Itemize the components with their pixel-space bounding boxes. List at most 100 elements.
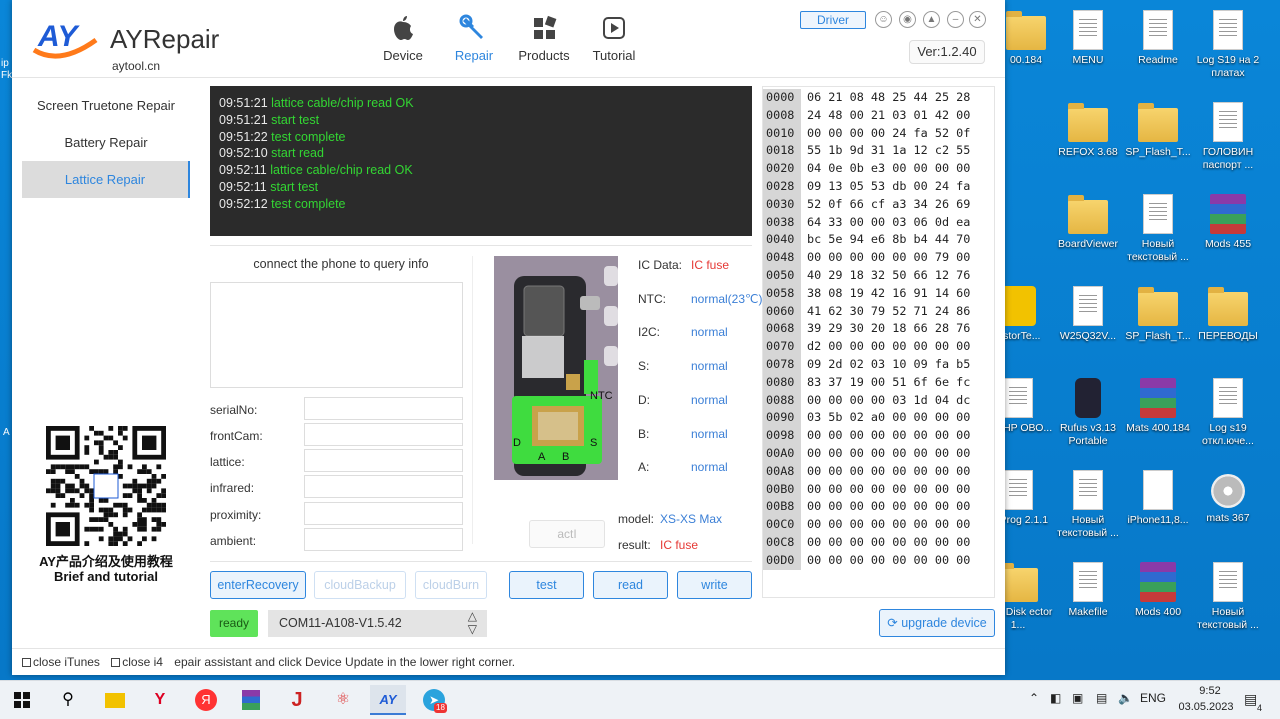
monitor-icon[interactable]: ▤ [1096, 691, 1107, 705]
clock-date[interactable]: 03.05.2023 [1174, 701, 1238, 713]
j-app-icon[interactable]: J [279, 685, 315, 715]
windows-start-icon[interactable] [4, 685, 40, 715]
desktop-icon[interactable]: Log S19 на 2 платах [1192, 10, 1264, 80]
desktop-icon[interactable]: Mods 400 [1122, 562, 1194, 619]
write-button[interactable]: write [677, 571, 752, 599]
skin-icon[interactable]: ▲ [923, 11, 940, 28]
ayrepair-taskbar-icon[interactable]: AY [370, 685, 406, 715]
desktop-icon[interactable]: Log s19 откл.юче... [1192, 378, 1264, 448]
log-line: 09:51:22 test complete [219, 129, 743, 146]
desktop-icon[interactable]: Новый текстовый ... [1192, 562, 1264, 632]
winrar-icon[interactable] [233, 685, 269, 715]
upgrade-device-button[interactable]: ⟳ upgrade device [879, 609, 995, 637]
ntc-label: NTC: [638, 292, 666, 306]
test-button[interactable]: test [509, 571, 584, 599]
desktop-icon[interactable]: Mats 400.184 [1122, 378, 1194, 435]
hex-bytes: 06 21 08 48 25 44 25 28 [807, 90, 971, 104]
desktop-icon[interactable]: SP_Flash_T... [1122, 102, 1194, 159]
app-icon [1000, 286, 1036, 326]
network-icon[interactable]: ▣ [1072, 691, 1083, 705]
ambient-field[interactable] [304, 528, 463, 551]
infrared-field[interactable] [304, 475, 463, 498]
divider [210, 245, 752, 246]
hex-bytes: 41 62 30 79 52 71 24 86 [807, 303, 971, 318]
desktop-icon[interactable]: ПЕРЕВОДЫ [1192, 286, 1264, 343]
desktop-icon[interactable]: Новый текстовый ... [1052, 470, 1124, 540]
clock-time[interactable]: 9:52 [1182, 685, 1238, 697]
notifications-count: 4 [1257, 703, 1263, 713]
hex-bytes: 38 08 19 42 16 91 14 60 [807, 285, 971, 300]
yandex-icon[interactable]: Я [188, 685, 224, 715]
nav-repair[interactable]: Repair [439, 14, 509, 63]
hex-address: 0050 [763, 267, 801, 285]
hex-row: 0040 bc 5e 94 e6 8b b4 44 70 [763, 231, 994, 250]
hex-address: 0090 [763, 409, 801, 428]
desktop-icon[interactable]: Rufus v3.13 Portable [1052, 378, 1124, 448]
desktop-icon[interactable]: iPhone11,8... [1122, 470, 1194, 527]
desktop-icon[interactable]: SP_Flash_T... [1122, 286, 1194, 343]
desktop-icon[interactable]: Новый текстовый ... [1122, 194, 1194, 264]
volume-icon[interactable]: 🔈 [1118, 691, 1133, 705]
desktop-icon[interactable]: REFOX 3.68 [1052, 102, 1124, 159]
activate-button[interactable]: actI [529, 520, 605, 548]
nav-tutorial[interactable]: Tutorial [579, 14, 649, 63]
driver-button[interactable]: Driver [800, 11, 866, 29]
serial-field[interactable] [304, 397, 463, 420]
port-select[interactable]: COM11-A108-V1.5.42 △ ▽ [268, 610, 487, 637]
atom-icon[interactable]: ⚛ [325, 685, 361, 715]
enter-recovery-button[interactable]: enterRecovery [210, 571, 306, 599]
search-icon[interactable]: ⚲ [50, 685, 86, 715]
wrench-icon [459, 14, 483, 39]
desktop-icon[interactable]: MENU [1052, 10, 1124, 67]
hex-row: 00C0 00 00 00 00 00 00 00 00 [763, 516, 994, 534]
desktop-icon[interactable]: mats 367 [1192, 470, 1264, 525]
yandex-browser-icon[interactable]: Y [142, 685, 178, 715]
desktop-icon-label: Log s19 откл.юче... [1202, 422, 1254, 447]
chip-a-label: A [538, 451, 546, 463]
hex-address: 0018 [763, 142, 801, 161]
log-time: 09:52:12 [219, 196, 268, 211]
file-explorer-icon[interactable] [97, 685, 133, 715]
minimize-icon[interactable]: – [947, 11, 964, 28]
lattice-field[interactable] [304, 449, 463, 472]
globe-icon[interactable]: ◉ [899, 11, 916, 28]
sidebar-item-battery[interactable]: Battery Repair [22, 124, 190, 161]
nav-device[interactable]: Device [368, 14, 438, 63]
hex-address: 00B0 [763, 480, 801, 499]
telegram-icon[interactable]: ➤ 18 [416, 685, 452, 715]
desktop-icon-label: W25Q32V... [1059, 330, 1117, 342]
logo-text: AY [37, 20, 80, 53]
hex-row: 0050 40 29 18 32 50 66 12 76 [763, 267, 994, 285]
tray-app-icon[interactable]: ◧ [1050, 691, 1061, 705]
notifications-icon[interactable]: ▤ [1244, 691, 1257, 708]
nav-products[interactable]: Products [509, 14, 579, 63]
desktop-icon[interactable]: BoardViewer [1052, 194, 1124, 251]
log-time: 09:52:11 [219, 163, 267, 178]
log-time: 09:51:21 [219, 112, 268, 127]
read-button[interactable]: read [593, 571, 668, 599]
desktop-icon[interactable]: W25Q32V... [1052, 286, 1124, 343]
hex-row: 0008 24 48 00 21 03 01 42 00 [763, 106, 994, 125]
sidebar-item-lattice[interactable]: Lattice Repair [22, 161, 190, 198]
language-indicator[interactable]: ENG [1140, 691, 1166, 705]
desktop-icon[interactable]: Makefile [1052, 562, 1124, 619]
desktop-icon[interactable]: ГОЛОВИН паспорт ... [1192, 102, 1264, 172]
close-icon[interactable]: ✕ [969, 11, 986, 28]
hex-address: 00A0 [763, 445, 801, 463]
frontcam-field[interactable] [304, 423, 463, 446]
desktop-icon[interactable]: Readme [1122, 10, 1194, 67]
cloud-backup-button[interactable]: cloudBackup [314, 571, 406, 599]
sidebar-item-screen-truetone[interactable]: Screen Truetone Repair [22, 87, 190, 124]
log-message: test complete [271, 129, 346, 144]
close-itunes-checkbox[interactable]: close iTunes [22, 655, 100, 669]
hex-address: 0010 [763, 124, 801, 143]
hex-address: 0020 [763, 160, 801, 178]
user-icon[interactable]: ☺ [875, 11, 892, 28]
desktop-icon-label: REFOX 3.68 [1058, 146, 1118, 158]
desktop-icon[interactable]: Mods 455 [1192, 194, 1264, 251]
doc-icon [1213, 10, 1243, 50]
close-i4-checkbox[interactable]: close i4 [111, 655, 163, 669]
chevron-up-icon[interactable]: ⌃ [1029, 691, 1039, 705]
proximity-field[interactable] [304, 502, 463, 525]
cloud-burn-button[interactable]: cloudBurn [415, 571, 487, 599]
